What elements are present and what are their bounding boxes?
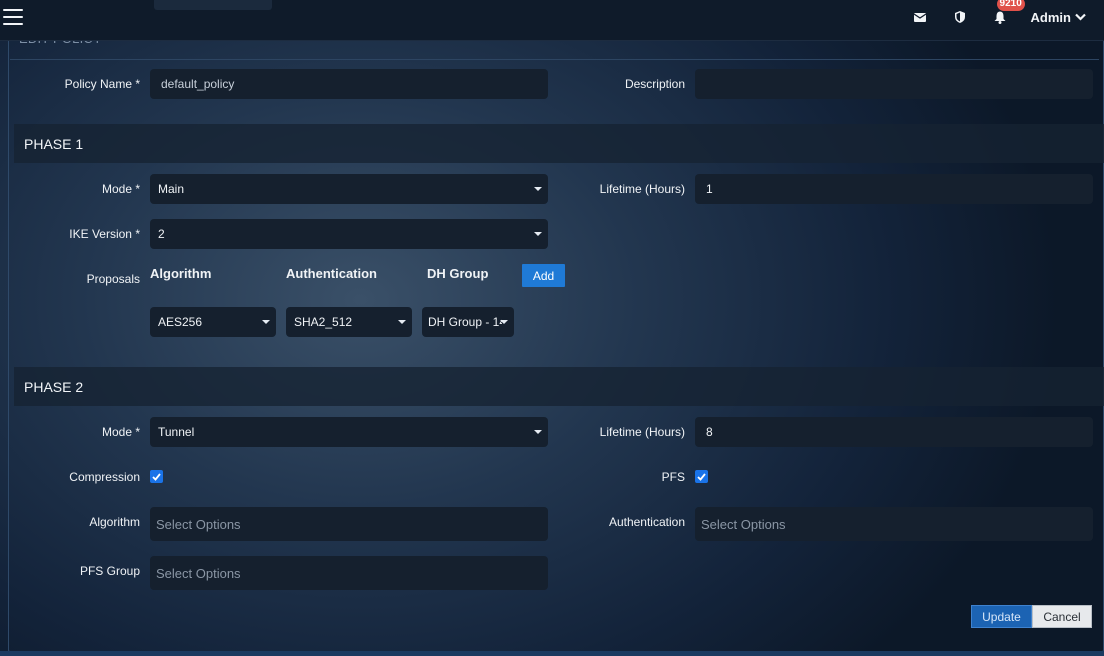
pfs-group-multiselect[interactable]: Select Options [150,556,548,590]
phase2-lifetime-label: Lifetime (Hours) [599,425,685,439]
cancel-button[interactable]: Cancel [1032,605,1092,628]
checkmark-icon [152,472,161,481]
caret-down-icon [398,320,406,324]
phase-2-title: PHASE 2 [24,378,84,395]
proposal-algorithm-value: AES256 [158,315,203,329]
phase2-mode-value: Tunnel [158,425,195,439]
policy-name-label: Policy Name * [64,77,140,91]
mail-icon[interactable] [911,8,929,26]
pfs-checkbox[interactable] [695,470,708,483]
pfs-group-label: PFS Group [79,564,140,578]
pfs-label: PFS [661,470,685,484]
caret-down-icon [500,320,508,324]
phase-2-header: PHASE 2 [14,367,1104,406]
phase1-mode-label: Mode * [101,182,140,196]
policy-name-value: default_policy [161,77,235,91]
caret-down-icon [534,430,542,434]
phase1-mode-select[interactable]: Main [150,174,548,204]
pfs-group-placeholder: Select Options [156,565,241,581]
proposal-authentication-select[interactable]: SHA2_512 [286,307,412,337]
user-menu[interactable]: Admin [1031,10,1086,25]
notification-badge: 9210 [996,0,1025,11]
user-name: Admin [1030,9,1071,25]
panel-divider [10,59,1099,60]
phase1-lifetime-input[interactable]: 1 [695,174,1093,204]
phase2-algorithm-label: Algorithm [89,515,140,529]
bottom-border [0,651,1104,656]
phase2-mode-label: Mode * [101,425,140,439]
top-bar-actions: 9210 Admin [911,0,1104,34]
description-label: Description [624,77,685,91]
phase2-authentication-placeholder: Select Options [701,516,786,532]
add-proposal-button[interactable]: Add [522,264,565,287]
update-button[interactable]: Update [971,605,1032,628]
phase-1-header: PHASE 1 [14,124,1104,163]
dh-group-column-header: DH Group [427,266,489,281]
checkmark-icon [697,472,706,481]
phase1-mode-value: Main [158,182,185,196]
phase2-authentication-label: Authentication [608,515,685,529]
description-input[interactable] [695,69,1093,99]
compression-checkbox[interactable] [150,470,163,483]
proposal-algorithm-select[interactable]: AES256 [150,307,276,337]
policy-name-input[interactable]: default_policy [150,69,548,99]
phase-1-title: PHASE 1 [24,135,84,152]
bell-icon[interactable]: 9210 [991,0,1025,26]
proposal-dh-group-select[interactable]: DH Group - 14 [422,307,514,337]
ike-version-select[interactable]: 2 [150,219,548,249]
phase2-authentication-multiselect[interactable]: Select Options [695,507,1093,541]
compression-label: Compression [69,470,140,484]
phase2-algorithm-multiselect[interactable]: Select Options [150,507,548,541]
authentication-column-header: Authentication [286,266,377,281]
phase2-lifetime-value: 8 [706,425,713,439]
shield-icon[interactable] [951,8,969,26]
ike-version-value: 2 [158,227,165,241]
top-bar: 9210 Admin [0,0,1104,41]
phase2-lifetime-input[interactable]: 8 [695,417,1093,447]
chevron-down-icon [1075,13,1086,21]
proposals-label: Proposals [86,272,140,286]
phase2-mode-select[interactable]: Tunnel [150,417,548,447]
caret-down-icon [534,187,542,191]
phase1-lifetime-value: 1 [706,182,713,196]
caret-down-icon [534,232,542,236]
proposal-authentication-value: SHA2_512 [294,315,353,329]
menu-icon[interactable] [3,9,23,25]
ike-version-label: IKE Version * [69,227,140,241]
phase2-algorithm-placeholder: Select Options [156,516,241,532]
algorithm-column-header: Algorithm [150,266,212,281]
caret-down-icon [262,320,270,324]
search-tab-ghost [154,0,272,10]
phase1-lifetime-label: Lifetime (Hours) [599,182,685,196]
proposal-dh-group-value: DH Group - 14 [428,315,502,329]
